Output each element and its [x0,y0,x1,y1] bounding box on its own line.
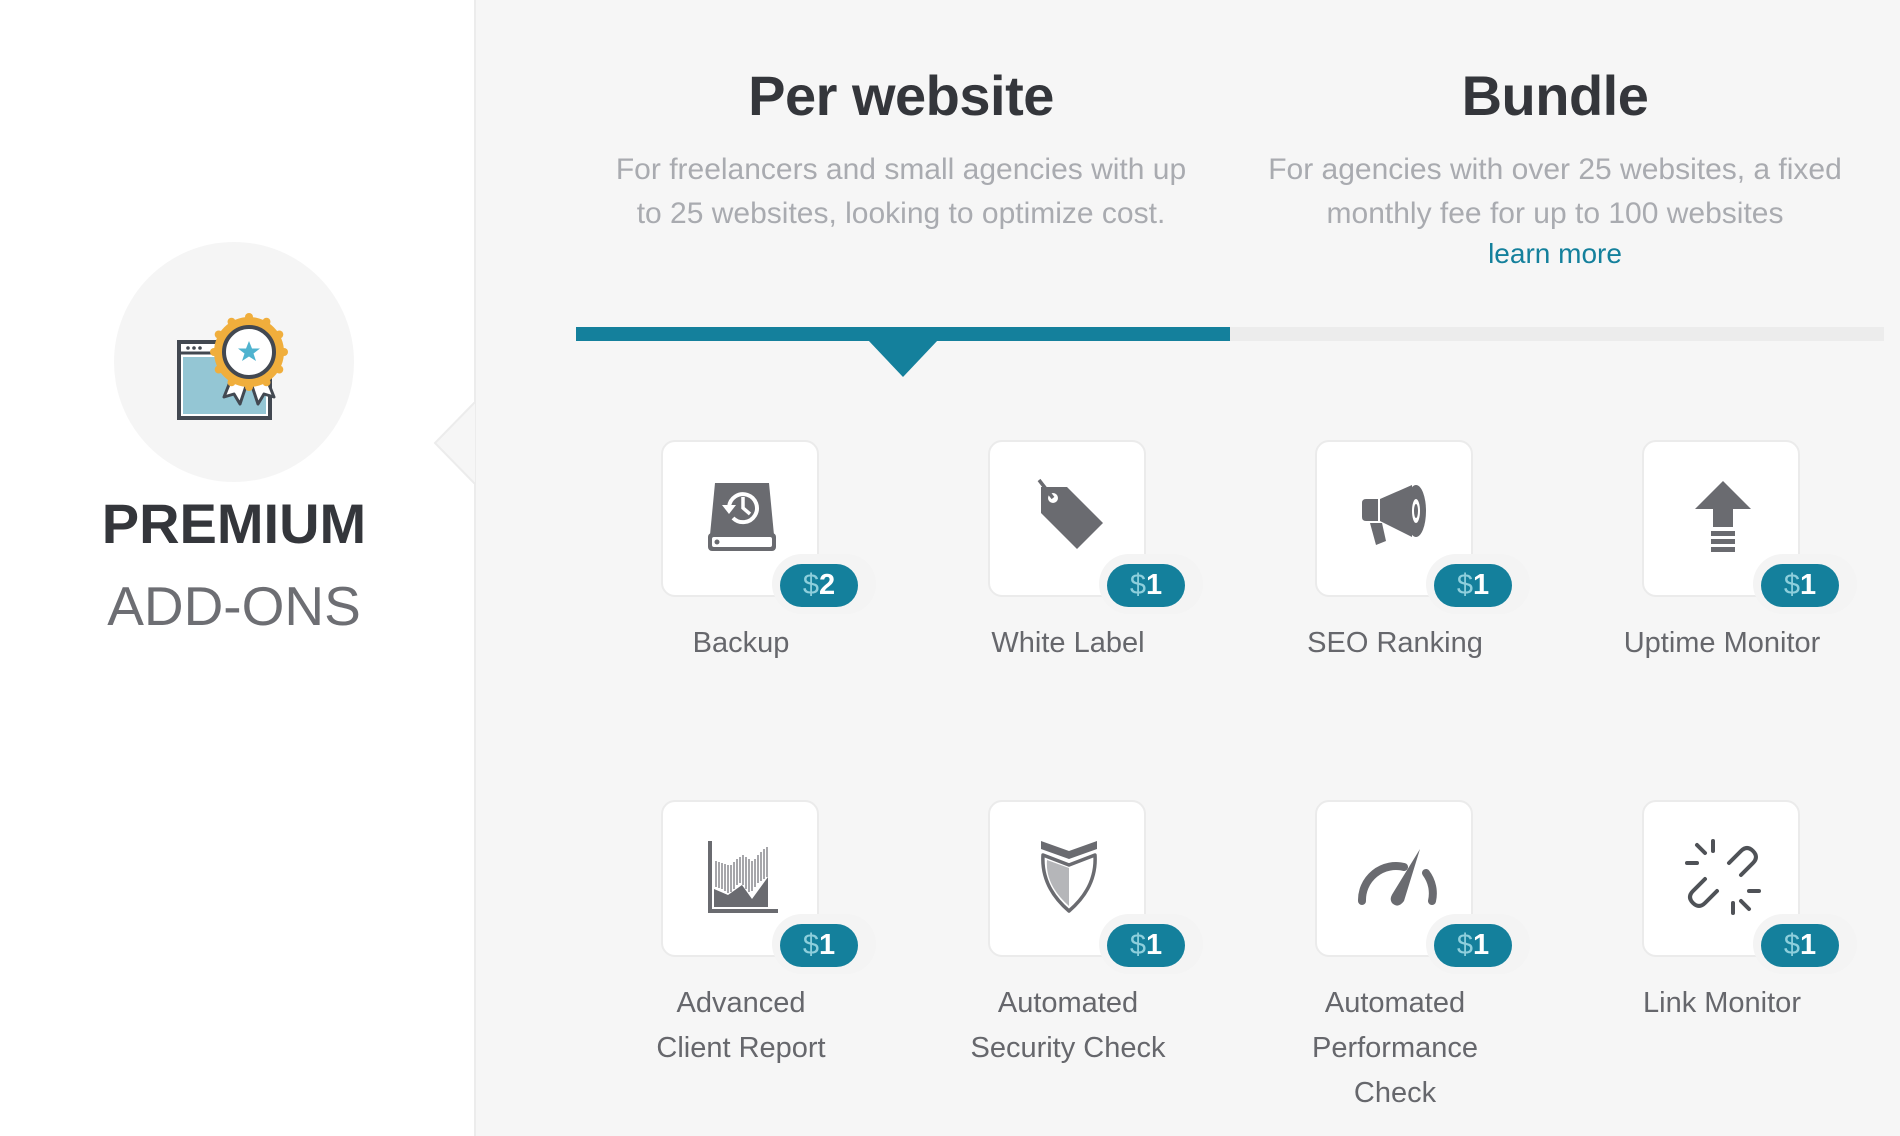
premium-badge [114,242,354,482]
addon-label: Uptime Monitor [1623,627,1821,659]
active-tab-indicator [868,340,938,377]
section-subtitle: ADD-ONS [107,575,361,637]
section-title: PREMIUM [101,492,367,555]
sidebar: PREMIUM ADD-ONS [0,0,474,1136]
addon-uptime-monitor[interactable]: $1 Uptime Monitor [1592,440,1857,770]
addon-label: Automated Performance Check [1311,987,1478,1109]
price-badge: $1 [1761,564,1839,607]
learn-more-link[interactable]: learn more [1235,236,1875,272]
addon-white-label[interactable]: $1 White Label [938,440,1203,770]
speedometer-icon [1357,849,1437,906]
broken-link-icon [1685,839,1761,915]
addon-label: SEO Ranking [1307,627,1483,659]
tab-per-website[interactable] [576,327,1230,341]
price-badge: $2 [780,564,858,607]
addon-label: Automated Security Check [970,987,1166,1064]
panel-pointer [433,402,476,484]
upload-arrow-icon [1695,481,1751,552]
megaphone-icon [1362,485,1426,545]
area-chart-icon [708,841,778,913]
plan-title: Bundle [1461,64,1649,127]
price-badge: $1 [1434,924,1512,967]
price-badge: $1 [1107,564,1185,607]
addon-automated-security-check[interactable]: $1 Automated Security Check [938,800,1203,1130]
plan-description: For freelancers and small agencies with … [615,153,1187,230]
price-badge: $1 [1761,924,1839,967]
addon-advanced-client-report[interactable]: $1 Advanced Client Report [611,800,876,1130]
plan-title: Per website [748,64,1054,127]
price-badge: $1 [1107,924,1185,967]
addon-backup[interactable]: $2 Backup [611,440,876,770]
addon-label: Link Monitor [1643,987,1801,1019]
premium-award-icon [177,313,288,420]
shield-icon [1041,841,1097,913]
plan-description: For agencies with over 25 websites, a fi… [1268,153,1842,230]
addon-automated-performance-check[interactable]: $1 Automated Performance Check [1265,800,1530,1130]
tag-icon [1037,478,1103,549]
price-badge: $1 [780,924,858,967]
price-badge: $1 [1434,564,1512,607]
addon-label: White Label [991,627,1145,659]
addon-link-monitor[interactable]: $1 Link Monitor [1592,800,1857,1130]
addon-seo-ranking[interactable]: $1 SEO Ranking [1265,440,1530,770]
addon-label: Advanced Client Report [656,987,826,1064]
addon-label: Backup [692,627,790,659]
backup-drive-icon [708,483,776,551]
tab-bundle[interactable] [1230,327,1884,341]
